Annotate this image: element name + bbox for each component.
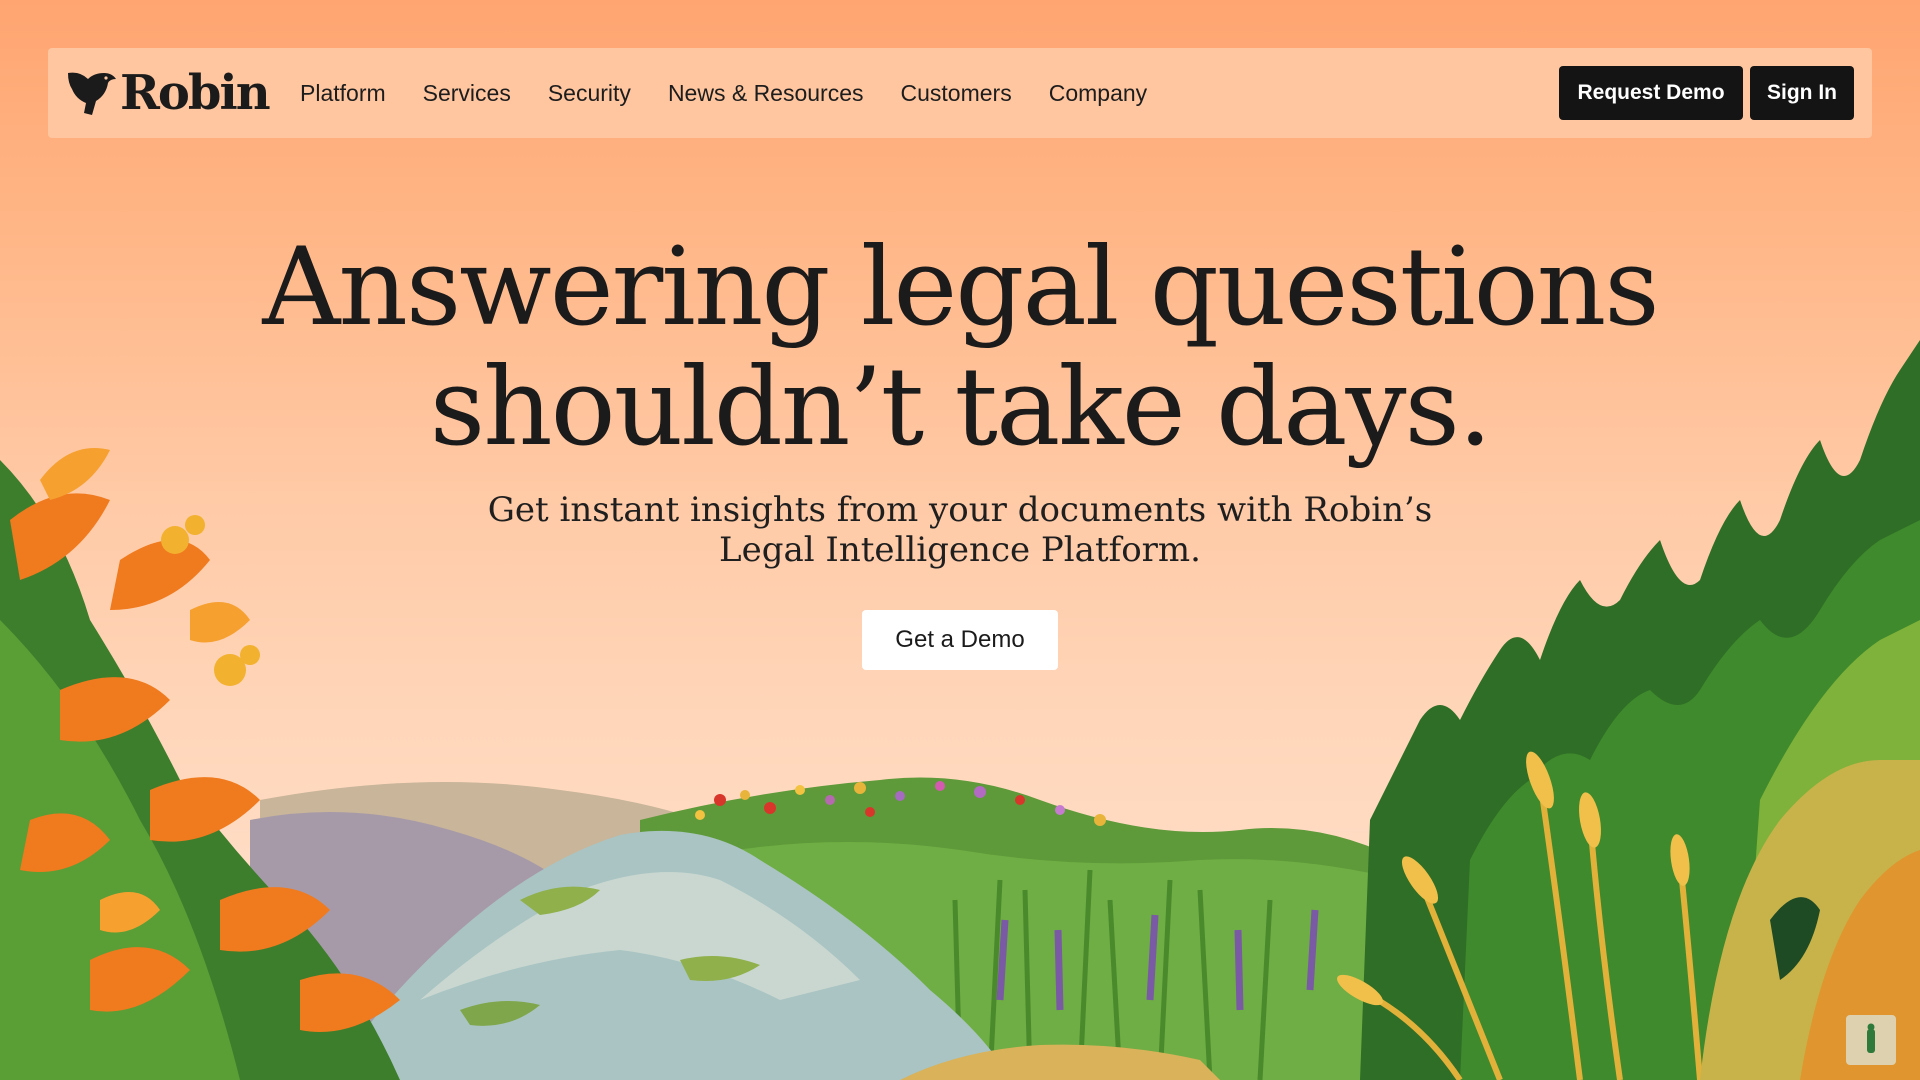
orange-lilies <box>10 493 400 1032</box>
request-demo-button[interactable]: Request Demo <box>1559 66 1743 120</box>
hero-subheadline-line: Get instant insights from your documents… <box>487 490 1433 530</box>
nav-item-customers[interactable]: Customers <box>901 80 1012 107</box>
nav-item-platform[interactable]: Platform <box>300 80 386 107</box>
accessibility-widget[interactable] <box>1846 1015 1896 1065</box>
rock-moss <box>460 1001 540 1026</box>
bird-icon <box>68 72 116 115</box>
get-demo-button[interactable]: Get a Demo <box>862 610 1058 670</box>
path-track <box>900 1044 1220 1080</box>
hero-headline-line: Answering legal questions <box>262 225 1659 350</box>
nav-item-company[interactable]: Company <box>1049 80 1147 107</box>
meadow-flowers <box>695 781 1106 826</box>
accessibility-icon <box>1867 1023 1875 1053</box>
far-hill <box>260 782 700 1080</box>
rock-moss <box>680 956 760 981</box>
purple-grass <box>996 909 1319 1011</box>
hero-subheadline-line: Legal Intelligence Platform. <box>719 530 1201 570</box>
main-menu: Platform Services Security News & Resour… <box>300 48 1184 138</box>
hero-headline-line: shouldn’t take days. <box>429 345 1493 470</box>
purple-hill <box>250 812 560 1080</box>
grass-strands <box>952 869 1273 1080</box>
meadow-hill <box>640 777 1400 1080</box>
rock <box>330 830 1010 1080</box>
sign-in-button[interactable]: Sign In <box>1750 66 1854 120</box>
nav-item-news-resources[interactable]: News & Resources <box>668 80 864 107</box>
forest-light <box>1740 620 1920 1080</box>
nav-item-services[interactable]: Services <box>423 80 511 107</box>
left-foliage-mid <box>0 620 240 1080</box>
wheat-stalks <box>1358 779 1703 1080</box>
meadow-band <box>680 842 1400 1080</box>
forest-mid <box>1460 520 1920 1080</box>
rock-moss <box>520 886 600 915</box>
nav-item-security[interactable]: Security <box>548 80 631 107</box>
brand-logo[interactable]: Robin <box>66 65 271 121</box>
hero-subheadline: Get instant insights from your documents… <box>0 490 1920 570</box>
rock-highlight <box>420 872 860 1000</box>
right-leaf-dark <box>1770 897 1820 980</box>
hero-headline: Answering legal questions shouldn’t take… <box>0 228 1920 468</box>
wheat-heads <box>1337 751 1690 1006</box>
brand-name: Robin <box>120 65 271 121</box>
top-navigation: Robin Platform Services Security News & … <box>48 48 1872 138</box>
